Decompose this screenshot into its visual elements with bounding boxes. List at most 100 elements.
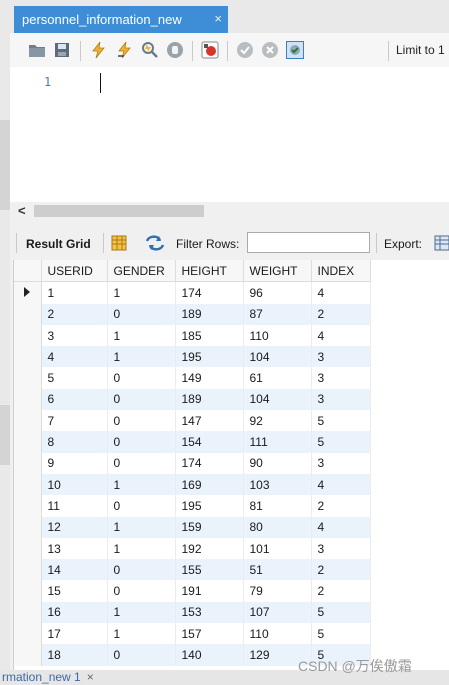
table-row[interactable]: 4 1 195 104 3 — [14, 346, 371, 368]
row-marker[interactable] — [14, 623, 42, 645]
table-row[interactable]: 7 0 147 92 5 — [14, 410, 371, 432]
table-cell[interactable]: 2 — [41, 303, 108, 325]
table-cell[interactable]: 101 — [243, 537, 312, 560]
table-cell[interactable]: 96 — [243, 281, 312, 304]
table-cell[interactable]: 1 — [107, 623, 176, 645]
close-result-tab-icon[interactable]: × — [87, 670, 94, 684]
table-cell[interactable]: 4 — [311, 473, 371, 496]
table-cell[interactable]: 1 — [107, 281, 176, 304]
open-folder-icon[interactable] — [28, 41, 46, 59]
column-header[interactable]: WEIGHT — [243, 260, 312, 283]
execute-current-icon[interactable] — [116, 41, 134, 59]
column-header[interactable]: USERID — [41, 260, 108, 283]
table-cell[interactable]: 5 — [311, 623, 371, 645]
row-marker[interactable] — [14, 281, 42, 304]
table-cell[interactable]: 5 — [41, 367, 108, 389]
table-cell[interactable]: 1 — [41, 281, 108, 304]
explain-icon[interactable] — [141, 41, 159, 59]
table-cell[interactable]: 5 — [311, 601, 371, 624]
editor-horizontal-scrollbar[interactable]: < — [10, 202, 449, 220]
table-cell[interactable]: 189 — [175, 303, 244, 325]
commit-icon[interactable] — [236, 41, 254, 59]
row-marker[interactable] — [14, 601, 42, 624]
table-cell[interactable]: 87 — [243, 303, 312, 325]
table-cell[interactable]: 0 — [107, 495, 176, 517]
table-row[interactable]: 14 0 155 51 2 — [14, 559, 371, 581]
table-cell[interactable]: 2 — [311, 580, 371, 602]
column-header[interactable]: INDEX — [311, 260, 371, 283]
table-cell[interactable]: 174 — [175, 281, 244, 304]
table-cell[interactable]: 4 — [41, 346, 108, 368]
table-cell[interactable]: 0 — [107, 452, 176, 474]
row-marker[interactable] — [14, 516, 42, 538]
table-row[interactable]: 17 1 157 110 5 — [14, 623, 371, 645]
table-row[interactable]: 12 1 159 80 4 — [14, 516, 371, 538]
row-marker[interactable] — [14, 346, 42, 368]
table-cell[interactable]: 1 — [107, 473, 176, 496]
table-cell[interactable]: 92 — [243, 410, 312, 432]
refresh-icon[interactable] — [145, 235, 165, 251]
table-row[interactable]: 15 0 191 79 2 — [14, 580, 371, 602]
table-cell[interactable]: 5 — [311, 431, 371, 453]
execute-icon[interactable] — [90, 41, 108, 59]
table-cell[interactable]: 0 — [107, 580, 176, 602]
table-cell[interactable]: 3 — [311, 388, 371, 411]
table-cell[interactable]: 0 — [107, 559, 176, 581]
table-cell[interactable]: 14 — [41, 559, 108, 581]
table-cell[interactable]: 2 — [311, 559, 371, 581]
rollback-icon[interactable] — [261, 41, 279, 59]
table-cell[interactable]: 0 — [107, 431, 176, 453]
table-row[interactable]: 1 1 174 96 4 — [14, 281, 371, 304]
table-cell[interactable]: 3 — [311, 452, 371, 474]
table-row[interactable]: 10 1 169 103 4 — [14, 473, 371, 496]
table-cell[interactable]: 3 — [41, 324, 108, 347]
table-cell[interactable]: 2 — [311, 303, 371, 325]
autocommit-icon[interactable] — [286, 41, 304, 59]
table-cell[interactable]: 6 — [41, 388, 108, 411]
result-tab[interactable]: rmation_new 1 × — [0, 670, 132, 685]
row-marker[interactable] — [14, 452, 42, 474]
row-marker[interactable] — [14, 580, 42, 602]
table-cell[interactable]: 191 — [175, 580, 244, 602]
table-cell[interactable]: 140 — [175, 644, 244, 666]
table-row[interactable]: 13 1 192 101 3 — [14, 537, 371, 560]
table-cell[interactable]: 15 — [41, 580, 108, 602]
table-cell[interactable]: 103 — [243, 473, 312, 496]
table-cell[interactable]: 90 — [243, 452, 312, 474]
table-cell[interactable]: 16 — [41, 601, 108, 624]
table-cell[interactable]: 3 — [311, 367, 371, 389]
table-cell[interactable]: 3 — [311, 537, 371, 560]
table-cell[interactable]: 5 — [311, 410, 371, 432]
table-cell[interactable]: 104 — [243, 388, 312, 411]
table-cell[interactable]: 104 — [243, 346, 312, 368]
table-cell[interactable]: 80 — [243, 516, 312, 538]
table-cell[interactable]: 1 — [107, 324, 176, 347]
row-marker[interactable] — [14, 473, 42, 496]
table-cell[interactable]: 4 — [311, 281, 371, 304]
table-cell[interactable]: 7 — [41, 410, 108, 432]
table-row[interactable]: 6 0 189 104 3 — [14, 388, 371, 411]
table-cell[interactable]: 192 — [175, 537, 244, 560]
table-cell[interactable]: 9 — [41, 452, 108, 474]
row-marker[interactable] — [14, 324, 42, 347]
table-row[interactable]: 9 0 174 90 3 — [14, 452, 371, 474]
table-cell[interactable]: 159 — [175, 516, 244, 538]
table-cell[interactable]: 81 — [243, 495, 312, 517]
table-cell[interactable]: 195 — [175, 495, 244, 517]
table-cell[interactable]: 0 — [107, 303, 176, 325]
save-icon[interactable] — [53, 41, 71, 59]
row-marker[interactable] — [14, 388, 42, 411]
table-cell[interactable]: 13 — [41, 537, 108, 560]
table-row[interactable]: 5 0 149 61 3 — [14, 367, 371, 389]
table-cell[interactable]: 185 — [175, 324, 244, 347]
table-cell[interactable]: 17 — [41, 623, 108, 645]
row-marker[interactable] — [14, 410, 42, 432]
row-marker[interactable] — [14, 431, 42, 453]
row-marker[interactable] — [14, 537, 42, 560]
table-cell[interactable]: 110 — [243, 324, 312, 347]
table-row[interactable]: 8 0 154 111 5 — [14, 431, 371, 453]
table-cell[interactable]: 4 — [311, 516, 371, 538]
table-cell[interactable]: 169 — [175, 473, 244, 496]
table-cell[interactable]: 10 — [41, 473, 108, 496]
sql-editor[interactable]: 1 — [10, 67, 449, 202]
